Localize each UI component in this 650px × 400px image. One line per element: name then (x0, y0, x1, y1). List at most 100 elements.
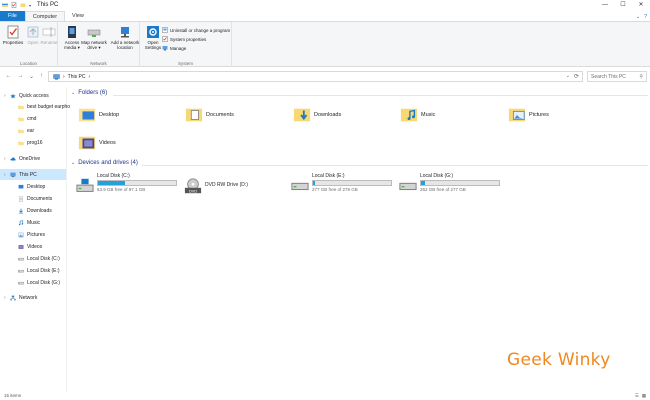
drive-usage-bar (97, 180, 177, 186)
manage-button[interactable]: Manage (162, 45, 186, 51)
window-controls: — ☐ ✕ (596, 0, 650, 10)
drive-item[interactable]: Local Disk (G:) 262 GB free of 277 GB (398, 173, 508, 199)
breadcrumb-this-pc[interactable]: This PC (68, 74, 86, 80)
sidebar-item-documents[interactable]: Documents (0, 193, 66, 204)
folder-item[interactable]: Music (400, 103, 500, 127)
details-view-icon[interactable]: ☰ (635, 392, 639, 400)
properties-quick-icon[interactable] (11, 2, 17, 8)
sidebar-item-desktop[interactable]: Desktop (0, 181, 66, 192)
access-media-button[interactable]: Access media ▾ (61, 25, 83, 50)
properties-button[interactable]: Properties (2, 25, 24, 45)
collapse-chevron-icon[interactable]: ⌄ (71, 90, 75, 96)
sidebar-item-music[interactable]: Music (0, 217, 66, 228)
sidebar-item-local-disk-e[interactable]: Local Disk (E:) (0, 265, 66, 276)
address-dropdown-icon[interactable]: ⌄ (566, 73, 570, 79)
folder-item[interactable]: Videos (78, 131, 178, 155)
manage-label: Manage (170, 45, 187, 51)
drive-item[interactable]: Local Disk (C:) 63.9 GB free of 97.1 GB (75, 173, 185, 199)
sidebar-item-network[interactable]: › Network (0, 292, 66, 303)
search-input[interactable]: Search This PC ⚲ (587, 71, 647, 82)
sidebar-item-label: Network (19, 294, 38, 301)
folder-name: Pictures (529, 112, 549, 118)
sidebar-item-label: Downloads (27, 207, 52, 214)
open-settings-button[interactable]: Open Settings (142, 25, 164, 50)
desktop-icon (18, 184, 24, 188)
drive-info: Local Disk (E:) 277 GB free of 278 GB (312, 173, 394, 192)
devices-section-header[interactable]: ⌄ Devices and drives (4) (71, 160, 138, 166)
recent-locations-icon[interactable]: ⌄ (29, 73, 34, 80)
expand-chevron-icon[interactable]: › (4, 295, 6, 301)
folder-item[interactable]: Desktop (78, 103, 178, 127)
sidebar-item-prog16[interactable]: prog16 (0, 137, 66, 148)
sidebar-item-best-budget-earpho[interactable]: best budget earpho (0, 101, 70, 112)
large-icons-view-icon[interactable]: ▦ (642, 392, 646, 400)
documents-icon (19, 195, 23, 202)
drive-usage-fill (98, 181, 125, 185)
sidebar-item-label: This PC (19, 171, 37, 178)
sidebar-item-onedrive[interactable]: › OneDrive (0, 153, 66, 164)
downloads-folder-icon (293, 108, 311, 122)
os-drive-icon (76, 178, 94, 192)
add-network-location-button[interactable]: Add a network location (111, 25, 139, 50)
sidebar-item-label: Music (27, 219, 41, 226)
rename-button[interactable]: Rename (38, 25, 60, 45)
collapse-chevron-icon[interactable]: ⌄ (71, 160, 75, 166)
folders-section-header[interactable]: ⌄ Folders (6) (71, 90, 107, 96)
address-field[interactable]: › This PC › ⌄ ⟳ (48, 71, 583, 82)
sidebar-item-videos[interactable]: Videos (0, 241, 66, 252)
tab-computer[interactable]: Computer (24, 11, 66, 21)
new-folder-quick-icon[interactable] (20, 2, 26, 8)
videos-folder-icon (78, 136, 96, 150)
sidebar-item-label: Videos (27, 243, 43, 250)
tab-view[interactable]: View (65, 11, 91, 21)
sidebar-item-ear[interactable]: ear (0, 125, 66, 136)
back-arrow-icon[interactable]: ← (5, 73, 12, 80)
drive-free-space: 63.9 GB free of 97.1 GB (97, 187, 146, 192)
expand-chevron-icon[interactable]: › (4, 93, 6, 99)
drive-item[interactable]: Local Disk (E:) 277 GB free of 278 GB (290, 173, 400, 199)
computer-icon (10, 172, 16, 177)
folder-item[interactable]: Downloads (293, 103, 393, 127)
add-network-location-label: Add a network location (110, 40, 140, 50)
sidebar-item-this-pc[interactable]: › This PC (0, 169, 66, 180)
folder-item[interactable]: Documents (185, 103, 285, 127)
sidebar-item-pictures[interactable]: Pictures (0, 229, 66, 240)
uninstall-program-button[interactable]: Uninstall or change a program (162, 27, 230, 33)
folder-name: Music (421, 112, 436, 118)
sidebar-item-cmd[interactable]: cmd (0, 113, 66, 124)
sidebar-item-quick-access[interactable]: › Quick access (0, 90, 66, 101)
drive-usage-bar (420, 180, 500, 186)
pictures-folder-icon (508, 108, 526, 122)
downloads-icon (18, 208, 24, 213)
minimize-button[interactable]: — (596, 0, 614, 10)
folder-icon (18, 105, 24, 109)
maximize-button[interactable]: ☐ (614, 0, 632, 10)
folder-item[interactable]: Pictures (508, 103, 608, 127)
drive-name: DVD RW Drive (D:) (205, 182, 248, 188)
open-label: Open (27, 40, 39, 45)
expand-chevron-icon[interactable]: › (4, 156, 6, 162)
help-icon[interactable]: ? (644, 14, 647, 20)
drive-name: Local Disk (G:) (420, 173, 454, 179)
expand-chevron-icon[interactable]: › (4, 172, 6, 178)
map-network-drive-button[interactable]: Map network drive ▾ (81, 25, 107, 50)
sidebar-item-local-disk-g[interactable]: Local Disk (G:) (0, 277, 66, 288)
sidebar-item-label: Documents (27, 195, 53, 202)
quick-access-toolbar: ▾ (0, 2, 31, 8)
navigation-buttons: ← → ⌄ ↑ (0, 73, 45, 80)
system-properties-button[interactable]: System properties (162, 36, 206, 42)
properties-icon (7, 25, 19, 39)
refresh-icon[interactable]: ⟳ (574, 73, 579, 80)
sidebar-item-downloads[interactable]: Downloads (0, 205, 66, 216)
drive-item[interactable]: DVD DVD RW Drive (D:) (183, 173, 293, 199)
forward-arrow-icon[interactable]: → (17, 73, 24, 80)
item-count: 15 items (4, 393, 22, 398)
sidebar-item-local-disk-c[interactable]: Local Disk (C:) (0, 253, 66, 264)
sidebar-item-label: Local Disk (G:) (27, 279, 61, 286)
expand-ribbon-icon[interactable]: ⌄ (636, 14, 640, 20)
sidebar-item-label: Pictures (27, 231, 46, 238)
close-button[interactable]: ✕ (632, 0, 650, 10)
up-arrow-icon[interactable]: ↑ (38, 73, 45, 80)
quick-access-dropdown-icon[interactable]: ▾ (29, 3, 31, 8)
tab-file[interactable]: File (0, 11, 25, 21)
